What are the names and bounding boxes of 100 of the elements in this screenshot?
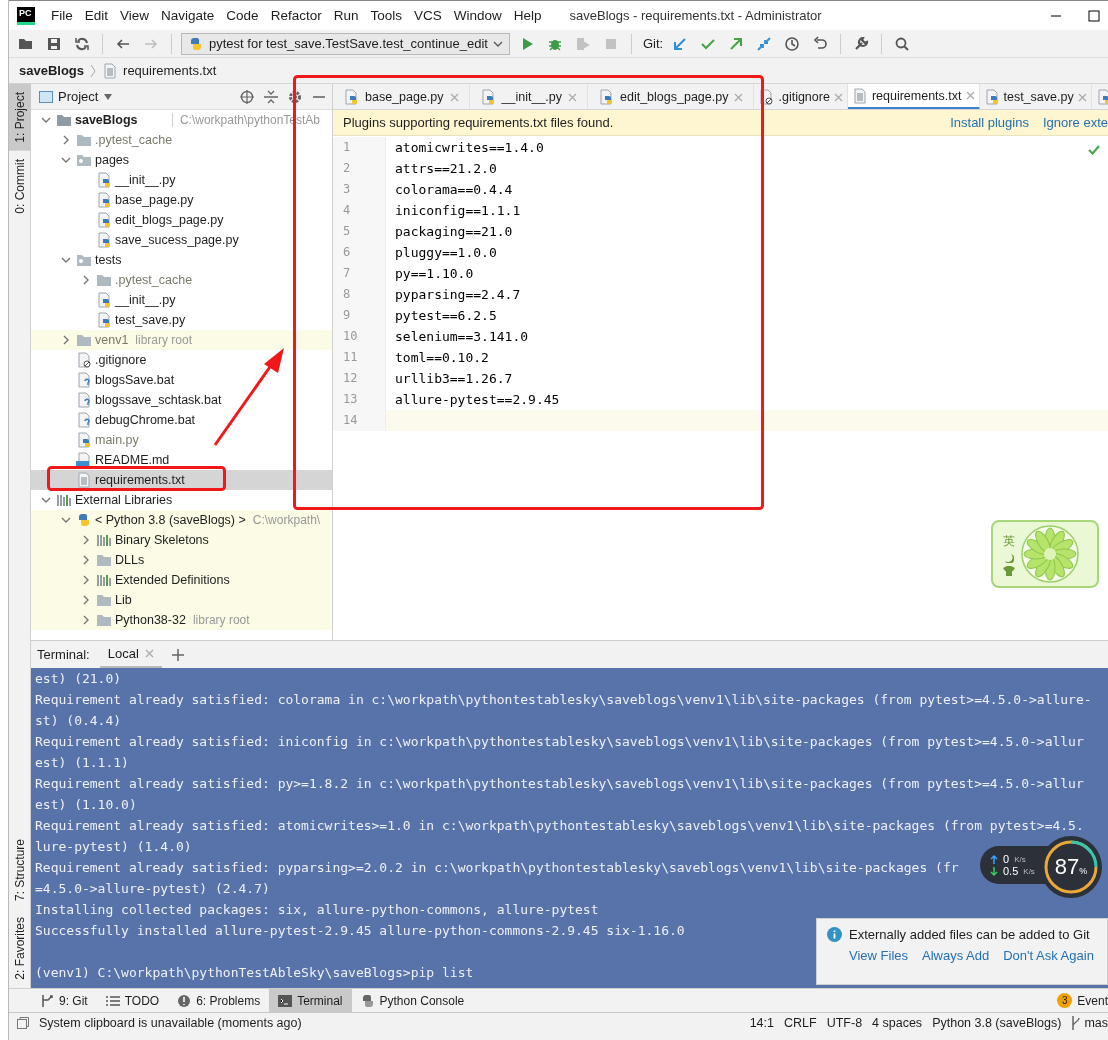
breadcrumb-item[interactable]: requirements.txt <box>123 63 217 78</box>
tree-item[interactable]: < Python 3.8 (saveBlogs) > C:\workpath\ <box>31 510 332 530</box>
tree-item[interactable]: .gitignore <box>31 350 332 370</box>
tool-window-tab[interactable]: Python Console <box>351 988 474 1013</box>
collapse-all-icon[interactable] <box>264 89 278 104</box>
lime-drawing <box>1021 525 1079 583</box>
history-clock-icon[interactable] <box>784 35 801 52</box>
menu-item[interactable]: Edit <box>78 8 115 23</box>
run-config-dropdown[interactable]: pytest for test_save.TestSave.test_continue_edit <box>181 32 510 55</box>
status-item[interactable]: UTF-8 <box>826 1015 863 1030</box>
tree-item[interactable]: __init__.py <box>31 170 332 190</box>
menu-item[interactable]: Run <box>327 8 365 23</box>
undo-arrow-icon[interactable] <box>812 35 829 52</box>
menu-item[interactable]: File <box>45 8 79 23</box>
tree-item[interactable]: Extended Definitions <box>31 570 332 590</box>
folder-icon <box>96 592 112 608</box>
status-item[interactable]: Python 3.8 (saveBlogs) <box>932 1015 1062 1030</box>
maximize-icon[interactable] <box>1088 9 1100 22</box>
plus-icon[interactable] <box>171 648 184 661</box>
tree-item[interactable]: External Libraries <box>31 490 332 510</box>
editor-tab[interactable]: requirements.txt <box>847 84 980 109</box>
compare-arrows-icon[interactable] <box>756 35 773 52</box>
tool-window-tab[interactable]: 0: Commit <box>9 150 31 222</box>
menu-item[interactable]: VCS <box>407 8 448 23</box>
tool-window-tab[interactable]: TODO <box>96 988 169 1013</box>
menu-item[interactable]: Navigate <box>155 8 221 23</box>
tool-window-tab[interactable]: 1: Project <box>9 84 31 151</box>
menu-item[interactable]: Help <box>507 8 548 23</box>
banner-link[interactable]: Ignore exte <box>1042 115 1108 130</box>
tree-item[interactable]: debugChrome.bat <box>31 410 332 430</box>
tree-item[interactable]: base_page.py <box>31 190 332 210</box>
sync-icon[interactable] <box>74 35 90 52</box>
terminal-line: st) (0.4.4) <box>35 712 122 730</box>
python-file-icon <box>598 89 614 105</box>
file-name: blogsSave.bat <box>95 373 175 387</box>
tree-item[interactable]: Python38-32 library root <box>31 610 332 630</box>
terminal-icon <box>278 994 293 1007</box>
notification-link[interactable]: Always Add <box>922 948 990 963</box>
tree-item[interactable]: test_save.py <box>31 310 332 330</box>
menu-item[interactable]: Refactor <box>264 8 328 23</box>
tool-window-tab[interactable]: 6: Problems <box>168 988 270 1013</box>
upload-arrow-icon <box>990 854 998 864</box>
tree-item[interactable]: Binary Skeletons <box>31 530 332 550</box>
panel-title[interactable]: Project <box>58 89 99 104</box>
tree-item[interactable]: blogssave_schtask.bat <box>31 390 332 410</box>
status-item[interactable]: 4 spaces <box>872 1015 923 1030</box>
settings-icon[interactable] <box>288 89 302 104</box>
tree-item[interactable]: main.py <box>31 430 332 450</box>
crosshair-icon[interactable] <box>240 89 254 104</box>
save-icon[interactable] <box>46 35 62 52</box>
wrench-icon[interactable] <box>853 35 870 52</box>
branch-widget[interactable]: mas <box>1071 1014 1108 1031</box>
line-number: 10 <box>333 326 386 347</box>
push-arrow-icon[interactable] <box>728 35 745 52</box>
event-log-button[interactable]: 3 Event <box>1057 993 1108 1008</box>
notification-link[interactable]: Don't Ask Again <box>1003 948 1094 963</box>
file-name: Lib <box>115 593 132 607</box>
close-icon[interactable] <box>965 91 975 100</box>
tree-item[interactable]: edit_blogs_page.py <box>31 210 332 230</box>
tree-item[interactable]: __init__.py <box>31 290 332 310</box>
tree-item[interactable]: pages <box>31 150 332 170</box>
update-arrow-icon[interactable] <box>672 35 689 52</box>
caret-down-icon[interactable] <box>103 92 114 101</box>
tree-item[interactable]: venv1 library root <box>31 330 332 350</box>
tree-item[interactable]: requirements.txt <box>31 470 332 490</box>
menu-item[interactable]: Code <box>220 8 265 23</box>
line-number: 11 <box>333 347 386 368</box>
tree-item[interactable]: save_sucess_page.py <box>31 230 332 250</box>
code-line: urllib3==1.26.7 <box>394 371 513 386</box>
git-label: Git: <box>642 36 664 51</box>
file-name: .pytest_cache <box>115 273 193 287</box>
path-hint: C:\workpath\ <box>252 513 321 527</box>
tree-item[interactable]: Lib <box>31 590 332 610</box>
tree-item[interactable]: README.md <box>31 450 332 470</box>
tab-label: 9: Git <box>59 993 88 1008</box>
code-line: atomicwrites==1.4.0 <box>394 140 544 155</box>
tree-item[interactable]: .pytest_cache <box>31 270 332 290</box>
tool-window-tab[interactable]: 7: Structure <box>9 831 31 910</box>
notification-link[interactable]: View Files <box>849 948 908 963</box>
tree-item[interactable]: .pytest_cache <box>31 130 332 150</box>
file-name: DLLs <box>115 553 145 567</box>
python-file-icon <box>983 89 1000 105</box>
breadcrumb-item[interactable]: saveBlogs <box>19 63 85 78</box>
tree-item[interactable]: tests <box>31 250 332 270</box>
tree-item[interactable]: blogsSave.bat <box>31 370 332 390</box>
status-item[interactable]: 14:1 <box>749 1015 774 1030</box>
check-icon <box>1088 144 1100 156</box>
menu-item[interactable]: Window <box>447 8 508 23</box>
menu-item[interactable]: View <box>114 8 156 23</box>
search-icon[interactable] <box>894 35 911 52</box>
library-bars-icon <box>56 492 72 508</box>
tool-window-tab[interactable]: 9: Git <box>31 988 97 1013</box>
tree-item[interactable]: DLLs <box>31 550 332 570</box>
chevron-right-icon <box>89 62 98 79</box>
banner-link[interactable]: Install plugins <box>950 115 1029 130</box>
terminal-line: lure-pytest) (1.4.0) <box>35 838 192 856</box>
tool-window-tab[interactable]: 2: Favorites <box>9 909 31 988</box>
menu-item[interactable]: Tools <box>364 8 408 23</box>
tool-window-tab[interactable]: Terminal <box>269 988 352 1013</box>
status-item[interactable]: CRLF <box>784 1015 817 1030</box>
